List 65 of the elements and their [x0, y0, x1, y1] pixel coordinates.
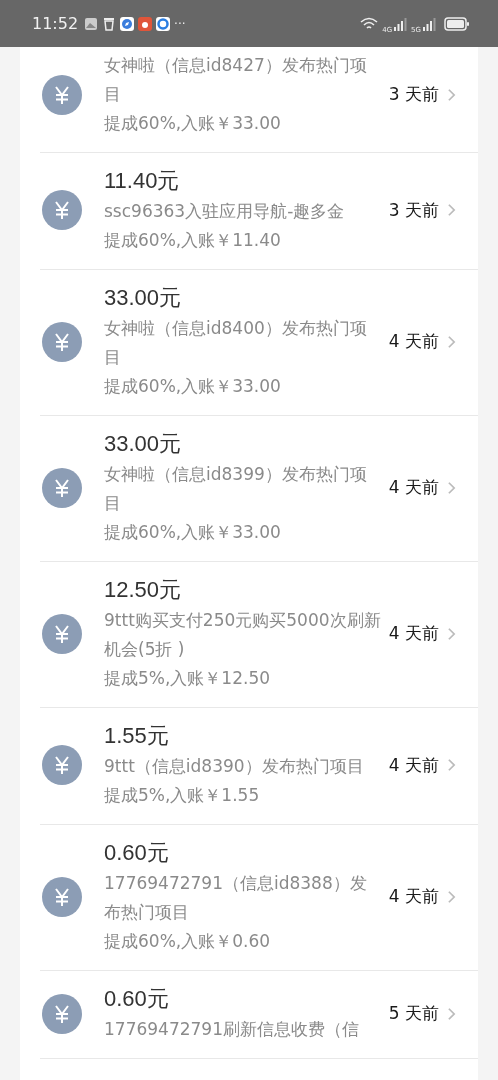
chevron-icon	[447, 334, 456, 349]
record-row[interactable]: 1.55元 9ttt（信息id8390）发布热门项目 提成5%,入账￥1.55 4 天前	[40, 708, 478, 825]
amount-text: 0.60元	[104, 985, 170, 1013]
description-text: 9ttt购买支付250元购买5000次刷新机会(5折 )	[104, 609, 382, 661]
time-text: 4 天前	[388, 753, 439, 777]
browser-icon	[156, 16, 171, 31]
yen-icon	[42, 993, 82, 1034]
yen-icon	[42, 467, 82, 508]
chevron-icon	[447, 480, 456, 495]
wifi-icon	[360, 16, 379, 31]
compass-icon	[120, 16, 135, 31]
chevron-icon	[447, 1006, 456, 1021]
signal-icon	[393, 16, 408, 31]
amount-text: 12.50元	[104, 576, 183, 604]
commission-text: 提成60%,入账￥33.00	[104, 112, 282, 135]
time-text: 4 天前	[388, 622, 439, 645]
more-notifications: ···	[174, 16, 186, 31]
yen-icon	[42, 876, 82, 917]
commission-text: 提成5%,入账￥1.55	[104, 784, 261, 807]
record-row[interactable]: 0.60元 17769472791（信息id8388）发布热门项目 提成60%,入账￥0.60 4 天前	[40, 825, 478, 971]
time-text: 4 天前	[388, 476, 439, 499]
app-icon	[138, 16, 153, 31]
chevron-icon	[447, 87, 456, 102]
description-text: 17769472791刷新信息收费（信	[104, 1018, 360, 1041]
battery-icon	[444, 16, 470, 31]
chevron-icon	[447, 889, 456, 904]
yen-icon	[42, 745, 82, 785]
time-text: 3 天前	[388, 83, 439, 106]
amount-text: 33.00元	[104, 430, 183, 458]
yen-icon	[42, 613, 82, 654]
yen-icon	[42, 74, 82, 115]
description-text: 女神啦（信息id8399）发布热门项目	[104, 463, 368, 515]
commission-text: 提成60%,入账￥0.60	[104, 930, 272, 953]
commission-text: 提成60%,入账￥33.00	[104, 375, 282, 398]
record-row[interactable]: 女神啦（信息id8427）发布热门项目 提成60%,入账￥33.00 3 天前	[40, 47, 478, 153]
chevron-icon	[447, 626, 456, 641]
amount-text: 11.40元	[104, 167, 181, 195]
record-row[interactable]: 33.00元 女神啦（信息id8399）发布热门项目 提成60%,入账￥33.00 4 天前	[40, 416, 478, 562]
description-text: 女神啦（信息id8427）发布热门项目	[104, 54, 368, 106]
commission-text: 提成60%,入账￥33.00	[104, 521, 282, 544]
time-text: 5 天前	[388, 1002, 439, 1025]
record-row[interactable]: 33.00元 女神啦（信息id8400）发布热门项目 提成60%,入账￥33.00 4 天前	[40, 270, 478, 416]
signal-icon	[422, 16, 436, 31]
description-text: 17769472791（信息id8388）发布热门项目	[104, 872, 368, 924]
record-row[interactable]: 11.40元 ssc96363入驻应用导航-趣多金 提成60%,入账￥11.40 3 天前	[40, 153, 478, 270]
record-row[interactable]: 0.60元 17769472791刷新信息收费（信 5 天前	[40, 971, 478, 1059]
commission-text: 提成60%,入账￥11.40	[104, 229, 282, 252]
time-text: 3 天前	[388, 198, 439, 222]
time-text: 4 天前	[388, 885, 439, 908]
commission-text: 提成5%,入账￥12.50	[104, 667, 272, 690]
clock-time: 11:52	[32, 14, 79, 33]
trash-icon	[102, 16, 117, 31]
record-row[interactable]: 12.50元 9ttt购买支付250元购买5000次刷新机会(5折 ) 提成5%,入账￥12.50 4 天前	[40, 562, 478, 708]
yen-icon	[42, 321, 82, 362]
amount-text: 33.00元	[104, 284, 183, 312]
amount-text: 1.55元	[104, 722, 170, 750]
yen-icon	[42, 190, 82, 230]
chevron-icon	[447, 758, 456, 772]
gallery-icon	[84, 16, 99, 31]
description-text: ssc96363入驻应用导航-趣多金	[104, 200, 346, 223]
time-text: 4 天前	[388, 330, 439, 353]
chevron-icon	[447, 203, 456, 217]
amount-text: 0.60元	[104, 839, 170, 867]
description-text: 9ttt（信息id8390）发布热门项目	[104, 755, 365, 778]
description-text: 女神啦（信息id8400）发布热门项目	[104, 317, 368, 369]
